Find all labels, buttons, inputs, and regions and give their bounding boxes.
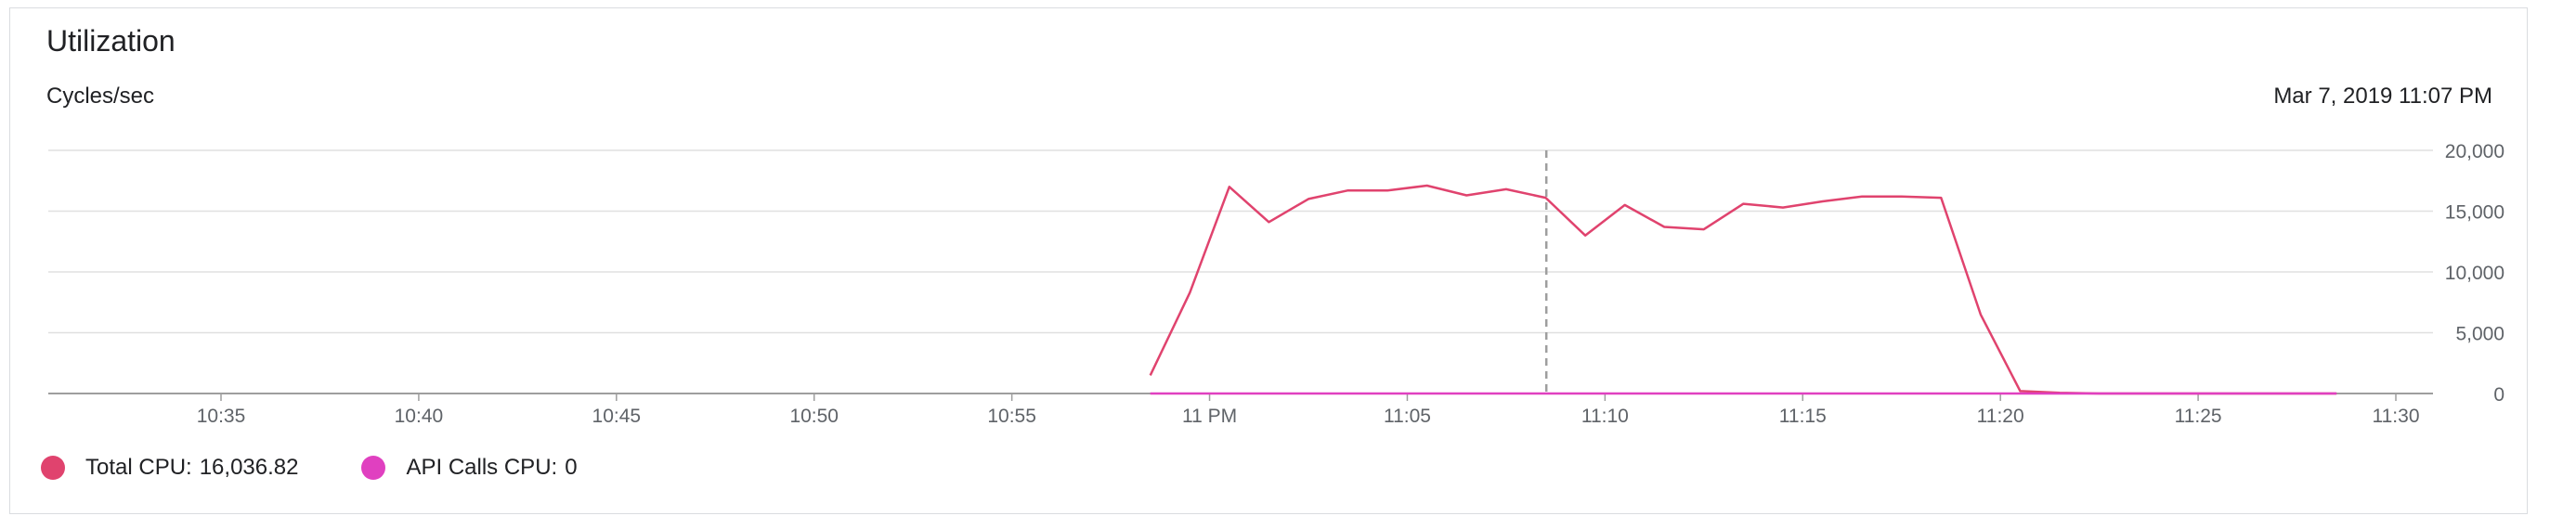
gridlines xyxy=(48,149,2433,394)
x-tick-label: 10:45 xyxy=(592,406,642,427)
y-tick-label: 15,000 xyxy=(2445,202,2504,224)
legend-label: API Calls CPU: xyxy=(406,455,558,480)
legend-item-total-cpu[interactable]: Total CPU: 16,036.82 xyxy=(41,455,298,481)
legend-value: 16,036.82 xyxy=(199,455,299,480)
x-tick-label: 11:10 xyxy=(1581,406,1629,427)
y-axis: 0 5,000 10,000 15,000 20,000 xyxy=(2445,141,2504,406)
x-tick-label: 11:25 xyxy=(2175,406,2222,427)
legend-item-api-calls-cpu[interactable]: API Calls CPU: 0 xyxy=(361,455,578,481)
series-line-total-cpu xyxy=(1149,184,2337,395)
legend-dot-icon xyxy=(361,456,386,480)
x-axis: 10:35 10:40 10:45 10:50 10:55 11 PM 11:05 11:10… xyxy=(197,394,2420,427)
legend-value: 0 xyxy=(565,455,578,480)
y-tick-label: 10,000 xyxy=(2445,263,2504,284)
x-tick-label: 10:40 xyxy=(395,406,444,427)
x-tick-label: 10:50 xyxy=(789,406,839,427)
x-tick-label: 11:20 xyxy=(1977,406,2024,427)
x-tick-label: 10:35 xyxy=(197,406,246,427)
y-tick-label: 0 xyxy=(2493,384,2504,406)
legend-dot-icon xyxy=(41,456,65,480)
x-tick-label: 11:30 xyxy=(2373,406,2420,427)
legend: Total CPU: 16,036.82 API Calls CPU: 0 xyxy=(41,455,578,481)
legend-label: Total CPU: xyxy=(85,455,192,480)
y-tick-label: 20,000 xyxy=(2445,141,2504,162)
utilization-chart[interactable]: 0 5,000 10,000 15,000 20,000 10:35 10:40 10:45… xyxy=(0,0,2576,529)
x-tick-label: 11:05 xyxy=(1384,406,1431,427)
y-tick-label: 5,000 xyxy=(2455,324,2504,345)
series-lines xyxy=(1149,184,2337,395)
x-tick-label: 11:15 xyxy=(1779,406,1827,427)
x-tick-label: 10:55 xyxy=(987,406,1036,427)
x-tick-label: 11 PM xyxy=(1182,406,1237,427)
